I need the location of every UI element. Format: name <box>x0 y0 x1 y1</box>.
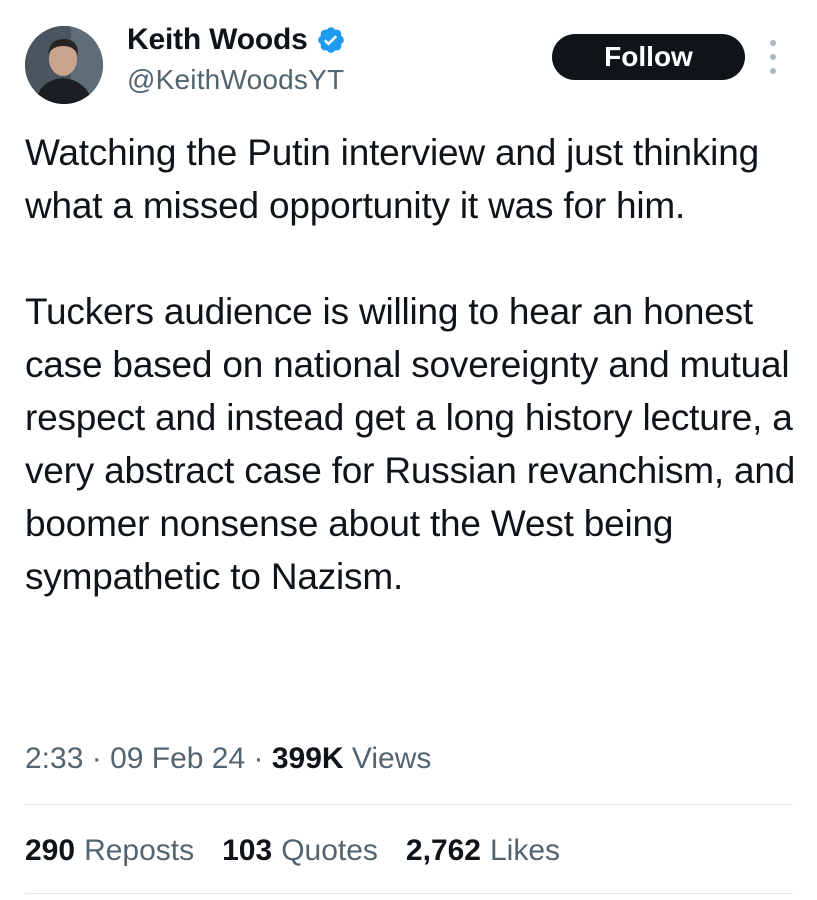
tweet-text: Watching the Putin interview and just th… <box>25 126 805 603</box>
author-block: Keith Woods @KeithWoodsYT <box>127 20 346 96</box>
likes-count: 2,762 <box>405 834 481 867</box>
meta-separator: · <box>253 742 272 775</box>
more-vertical-icon[interactable] <box>762 40 784 74</box>
likes-label: Likes <box>490 834 561 867</box>
meta-separator: · <box>91 742 111 775</box>
quotes-stat[interactable]: 103 Quotes <box>222 834 378 868</box>
avatar-image <box>25 26 103 104</box>
more-dot <box>770 40 776 46</box>
views-count: 399K <box>271 742 344 775</box>
tweet-card: Keith Woods @KeithWoodsYT Follow Watchin… <box>0 0 817 900</box>
views-label: Views <box>351 742 432 775</box>
avatar[interactable] <box>25 26 103 104</box>
quotes-label: Quotes <box>281 834 378 867</box>
author-name-row: Keith Woods <box>127 20 346 60</box>
more-dot <box>770 68 776 74</box>
display-name[interactable]: Keith Woods <box>127 23 308 57</box>
reposts-count: 290 <box>25 834 76 867</box>
tweet-stats: 290 Reposts 103 Quotes 2,762 Likes <box>25 834 588 868</box>
more-dot <box>770 54 776 60</box>
quotes-count: 103 <box>222 834 273 867</box>
author-handle[interactable]: @KeithWoodsYT <box>127 64 346 96</box>
tweet-paragraph: Tuckers audience is willing to hear an h… <box>25 291 796 597</box>
verified-badge-icon <box>316 25 346 55</box>
reposts-stat[interactable]: 290 Reposts <box>25 834 194 868</box>
divider <box>25 893 793 894</box>
tweet-time[interactable]: 2:33 <box>25 742 83 775</box>
follow-button[interactable]: Follow <box>552 34 745 80</box>
likes-stat[interactable]: 2,762 Likes <box>406 834 560 868</box>
tweet-meta: 2:33 · 09 Feb 24 · 399K Views <box>25 742 431 776</box>
divider <box>25 804 793 805</box>
tweet-date[interactable]: 09 Feb 24 <box>110 742 245 775</box>
tweet-paragraph: Watching the Putin interview and just th… <box>25 132 759 226</box>
reposts-label: Reposts <box>84 834 195 867</box>
